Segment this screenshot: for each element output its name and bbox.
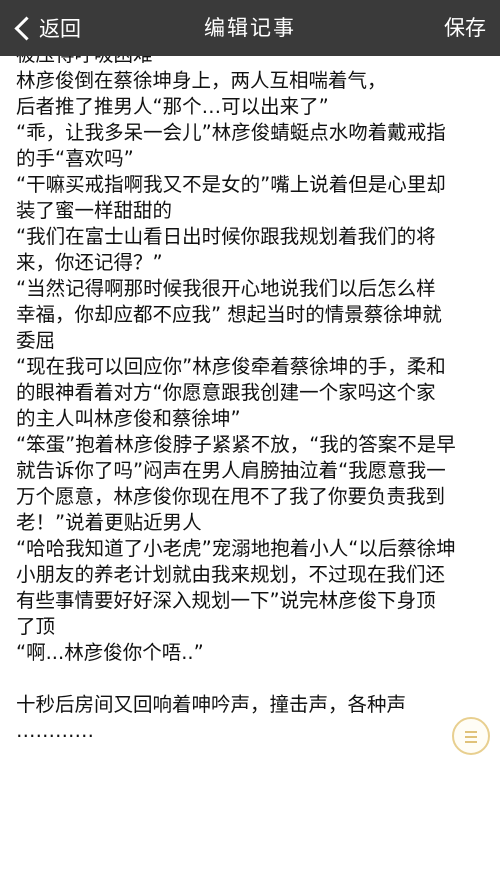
note-line: “啊...林彦俊你个唔..” <box>16 641 204 664</box>
note-line: 幸福，你却应都不应我” 想起当时的情景蔡徐坤就 <box>16 303 442 326</box>
menu-lines-icon <box>465 731 477 733</box>
note-line: “现在我可以回应你”林彦俊牵着蔡徐坤的手，柔和 <box>16 355 446 378</box>
note-line: “当然记得啊那时候我很开心地说我们以后怎么样 <box>16 277 436 300</box>
note-line: 小朋友的养老计划就由我来规划，不过现在我们还 <box>16 563 446 586</box>
note-line: “干嘛买戒指啊我又不是女的”嘴上说着但是心里却 <box>16 173 446 196</box>
nav-bar: 返回 编辑记事 保存 <box>0 0 500 56</box>
note-line: ………… <box>16 719 94 742</box>
note-line: “哈哈我知道了小老虎”宠溺地抱着小人“以后蔡徐坤 <box>16 537 456 560</box>
menu-line <box>465 741 477 743</box>
note-line: 就告诉你了吗”闷声在男人肩膀抽泣着“我愿意我一 <box>16 459 446 482</box>
note-line: 的手“喜欢吗” <box>16 147 134 170</box>
note-line: 装了蜜一样甜甜的 <box>16 199 173 222</box>
note-line <box>16 666 486 692</box>
back-button[interactable]: 返回 <box>10 0 81 56</box>
menu-line <box>465 736 477 738</box>
note-line: 万个愿意，林彦俊你现在甩不了我了你要负责我到 <box>16 485 446 508</box>
note-line: 林彦俊倒在蔡徐坤身上，两人互相喘着气， <box>16 69 387 92</box>
scroll-handle-button[interactable] <box>452 717 490 755</box>
note-line: 老！”说着更贴近男人 <box>16 511 202 534</box>
note-line: 后者推了推男人“那个…可以出来了” <box>16 95 329 118</box>
note-line: “我们在富士山看日出时候你跟我规划着我们的将 <box>16 225 436 248</box>
save-button[interactable]: 保存 <box>444 0 486 56</box>
note-line: 来，你还记得？” <box>16 251 163 274</box>
note-line: “乖，让我多呆一会儿”林彦俊蜻蜓点水吻着戴戒指 <box>16 121 446 144</box>
note-line: 委屈 <box>16 329 56 352</box>
note-editor[interactable]: 被压得呼吸困难林彦俊倒在蔡徐坤身上，两人互相喘着气， 后者推了推男人“那个…可以出… <box>0 56 500 889</box>
note-line: “笨蛋”抱着林彦俊脖子紧紧不放，“我的答案不是早 <box>16 433 456 456</box>
chevron-left-icon <box>14 15 39 41</box>
note-text[interactable]: 被压得呼吸困难林彦俊倒在蔡徐坤身上，两人互相喘着气， 后者推了推男人“那个…可以出… <box>16 56 486 744</box>
note-line: 被压得呼吸困难 <box>16 56 486 68</box>
note-line: 了顶 <box>16 615 56 638</box>
note-line: 十秒后房间又回响着呻吟声，撞击声，各种声 <box>16 693 407 716</box>
note-line: 的主人叫林彦俊和蔡徐坤” <box>16 407 241 430</box>
note-line: 的眼神看着对方“你愿意跟我创建一个家吗这个家 <box>16 381 436 404</box>
note-line: 有些事情要好好深入规划一下”说完林彦俊下身顶 <box>16 589 436 612</box>
back-button-label: 返回 <box>39 17 81 41</box>
